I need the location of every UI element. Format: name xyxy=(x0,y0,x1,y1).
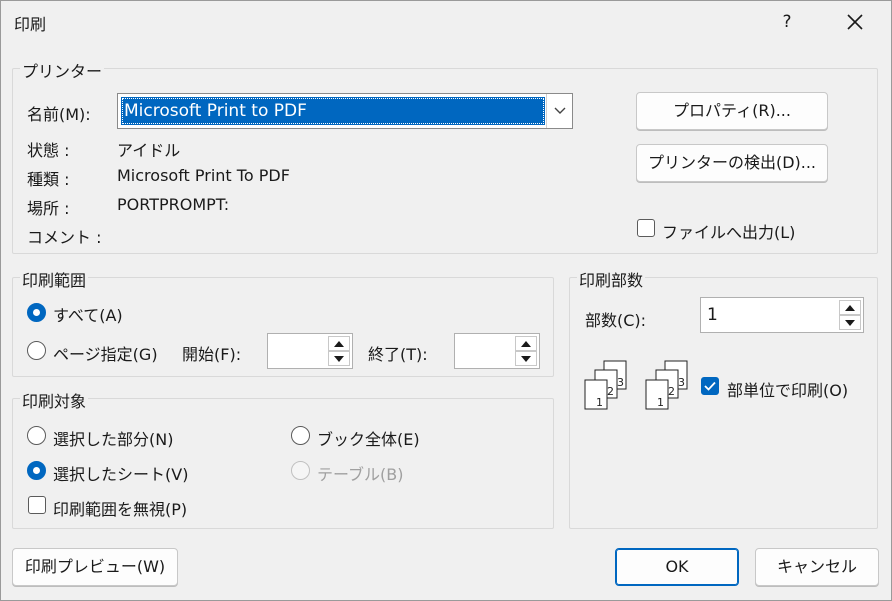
chevron-down-icon xyxy=(554,107,565,114)
triangle-down-icon xyxy=(334,355,344,362)
ignore-print-areas-label[interactable]: 印刷範囲を無視(P) xyxy=(53,496,187,520)
copies-group-label: 印刷部数 xyxy=(577,267,646,291)
to-spin-down-button[interactable] xyxy=(515,351,537,366)
from-spin-down-button[interactable] xyxy=(328,351,350,366)
printer-name-label: 名前(M): xyxy=(27,105,91,124)
range-all-radio[interactable] xyxy=(27,303,46,322)
svg-text:1: 1 xyxy=(596,396,603,409)
status-value: アイドル xyxy=(117,141,181,160)
printer-name-combo[interactable]: Microsoft Print to PDF xyxy=(117,93,573,129)
from-spinner[interactable] xyxy=(267,333,353,369)
copies-spin-down-button[interactable] xyxy=(839,315,861,330)
title-bar: 印刷 ? xyxy=(0,0,892,46)
status-label: 状態 : xyxy=(27,141,70,160)
type-label: 種類 : xyxy=(27,170,70,189)
dialog-title: 印刷 xyxy=(14,15,47,34)
target-selection-radio[interactable] xyxy=(27,426,46,445)
target-active-sheets-radio[interactable] xyxy=(27,461,46,480)
target-table-label: テーブル(B) xyxy=(317,465,404,484)
from-spin-up-button[interactable] xyxy=(328,336,350,351)
to-spinner[interactable] xyxy=(454,333,540,369)
collate-label[interactable]: 部単位で印刷(O) xyxy=(727,377,848,401)
range-pages-radio[interactable] xyxy=(27,341,46,360)
print-to-file-checkbox[interactable] xyxy=(637,219,655,237)
ignore-print-areas-checkbox[interactable] xyxy=(28,496,46,514)
range-all-label[interactable]: すべて(A) xyxy=(53,302,123,326)
copies-value[interactable]: 1 xyxy=(707,298,718,332)
triangle-down-icon xyxy=(521,355,531,362)
print-range-group-label: 印刷範囲 xyxy=(20,267,89,291)
properties-button[interactable]: プロパティ(R)... xyxy=(636,92,828,130)
triangle-down-icon xyxy=(845,319,855,326)
help-button[interactable]: ? xyxy=(772,6,802,38)
find-printer-button[interactable]: プリンターの検出(D)... xyxy=(636,144,828,182)
svg-text:2: 2 xyxy=(607,385,614,398)
combo-dropdown-button[interactable] xyxy=(546,94,572,128)
copies-count-label: 部数(C): xyxy=(585,311,647,330)
location-label: 場所 : xyxy=(27,199,70,218)
triangle-up-icon xyxy=(521,340,531,347)
target-active-sheets-label[interactable]: 選択したシート(V) xyxy=(53,461,188,485)
target-workbook-radio[interactable] xyxy=(291,426,310,445)
svg-text:3: 3 xyxy=(617,376,624,389)
comment-label: コメント : xyxy=(27,228,102,247)
print-preview-button[interactable]: 印刷プレビュー(W) xyxy=(12,548,178,586)
close-button[interactable] xyxy=(838,6,872,38)
svg-text:2: 2 xyxy=(668,385,675,398)
collate-checkbox[interactable] xyxy=(701,377,719,395)
copies-spin-up-button[interactable] xyxy=(839,300,861,315)
printer-group-label: プリンター xyxy=(20,58,105,82)
target-workbook-label[interactable]: ブック全体(E) xyxy=(317,426,420,450)
collate-pages-icon: 3 2 1 xyxy=(584,360,627,410)
to-label: 終了(T): xyxy=(368,345,428,364)
triangle-up-icon xyxy=(334,340,344,347)
ok-button[interactable]: OK xyxy=(615,548,739,586)
copies-spinner[interactable]: 1 xyxy=(700,297,864,333)
checkmark-icon xyxy=(704,381,716,391)
collate-pages-icon: 3 2 1 xyxy=(645,360,688,410)
location-value: PORTPROMPT: xyxy=(117,195,230,214)
type-value: Microsoft Print To PDF xyxy=(117,166,290,185)
close-icon xyxy=(847,14,863,30)
print-to-file-label[interactable]: ファイルへ出力(L) xyxy=(662,219,795,243)
print-target-group-label: 印刷対象 xyxy=(20,388,89,412)
triangle-up-icon xyxy=(845,304,855,311)
from-label: 開始(F): xyxy=(182,345,242,364)
target-selection-label[interactable]: 選択した部分(N) xyxy=(53,426,173,450)
svg-text:1: 1 xyxy=(657,396,664,409)
range-pages-label[interactable]: ページ指定(G) xyxy=(53,341,158,365)
svg-text:3: 3 xyxy=(678,376,685,389)
target-table-radio xyxy=(291,461,310,480)
printer-name-value: Microsoft Print to PDF xyxy=(121,97,545,125)
cancel-button[interactable]: キャンセル xyxy=(755,548,879,586)
to-spin-up-button[interactable] xyxy=(515,336,537,351)
